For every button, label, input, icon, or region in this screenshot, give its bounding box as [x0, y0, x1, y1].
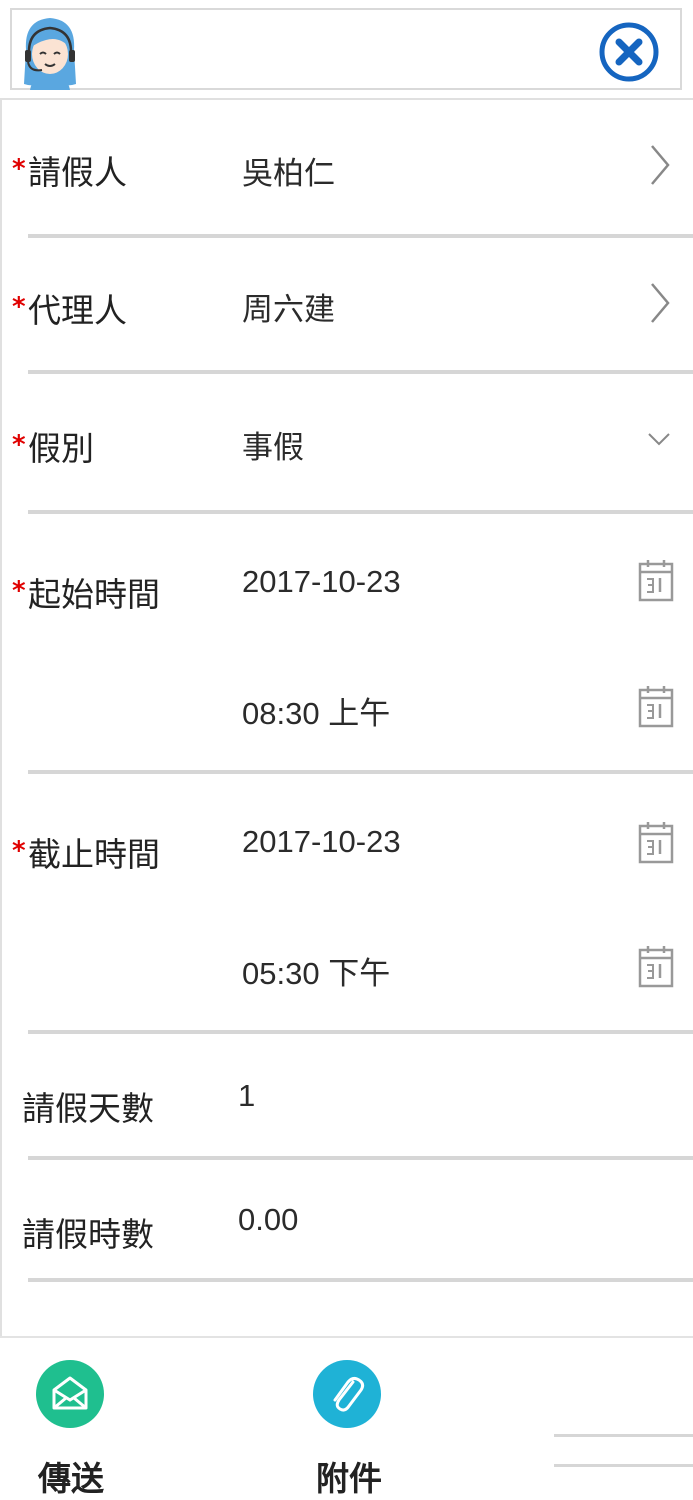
leave-days-row: 請假天數 1: [2, 1034, 693, 1156]
start-time-row: * 起始時間 2017-10-23 08:30 上午: [2, 514, 693, 770]
end-time-value[interactable]: 05:30 下午: [242, 948, 390, 993]
start-time-value[interactable]: 08:30 上午: [242, 688, 390, 733]
calendar-icon[interactable]: [638, 820, 674, 864]
leave-type-row[interactable]: * 假別 事假: [2, 374, 693, 510]
end-time-row: * 截止時間 2017-10-23 05:30 下午: [2, 774, 693, 1030]
attach-label[interactable]: 附件: [316, 1452, 382, 1500]
leave-type-label: 假別: [28, 429, 94, 468]
required-marker: *: [12, 576, 26, 606]
send-label[interactable]: 傳送: [38, 1452, 104, 1500]
divider: [554, 1434, 693, 1437]
start-time-label: 起始時間: [28, 575, 160, 614]
end-time-label: 截止時間: [28, 835, 160, 874]
required-marker: *: [12, 292, 26, 322]
divider: [28, 1278, 693, 1282]
paperclip-icon: [333, 1376, 365, 1412]
start-date-value[interactable]: 2017-10-23: [242, 564, 401, 600]
leave-form: * 請假人 吳柏仁 * 代理人 周六建 * 假別 事假 * 起始時間 2017-…: [0, 98, 693, 1336]
leave-days-value: 1: [238, 1078, 256, 1113]
chevron-down-icon[interactable]: [646, 430, 672, 448]
close-circle-icon[interactable]: [598, 14, 660, 86]
calendar-icon[interactable]: [638, 558, 674, 602]
support-agent-icon: [24, 18, 76, 90]
envelope-icon: [52, 1376, 88, 1410]
leave-days-label: 請假天數: [22, 1089, 154, 1128]
leave-hours-value: 0.00: [238, 1202, 299, 1237]
leave-type-value: 事假: [242, 430, 304, 465]
applicant-label: 請假人: [28, 153, 127, 192]
divider: [554, 1464, 693, 1467]
applicant-row[interactable]: * 請假人 吳柏仁: [2, 100, 693, 236]
chevron-right-icon[interactable]: [646, 142, 674, 188]
calendar-icon[interactable]: [638, 944, 674, 988]
required-marker: *: [12, 430, 26, 460]
send-button[interactable]: [36, 1360, 104, 1428]
leave-hours-label: 請假時數: [22, 1215, 154, 1254]
agent-value: 周六建: [242, 292, 335, 327]
agent-row[interactable]: * 代理人 周六建: [2, 238, 693, 372]
applicant-value: 吳柏仁: [242, 156, 335, 191]
calendar-icon[interactable]: [638, 684, 674, 728]
leave-hours-row: 請假時數 0.00: [2, 1160, 693, 1278]
required-marker: *: [12, 836, 26, 866]
bottom-action-bar: 傳送 附件: [0, 1336, 693, 1500]
required-marker: *: [12, 154, 26, 184]
chevron-right-icon[interactable]: [646, 280, 674, 326]
top-bar: [10, 8, 682, 90]
agent-label: 代理人: [28, 291, 127, 330]
attach-button[interactable]: [313, 1360, 381, 1428]
end-date-value[interactable]: 2017-10-23: [242, 824, 401, 860]
